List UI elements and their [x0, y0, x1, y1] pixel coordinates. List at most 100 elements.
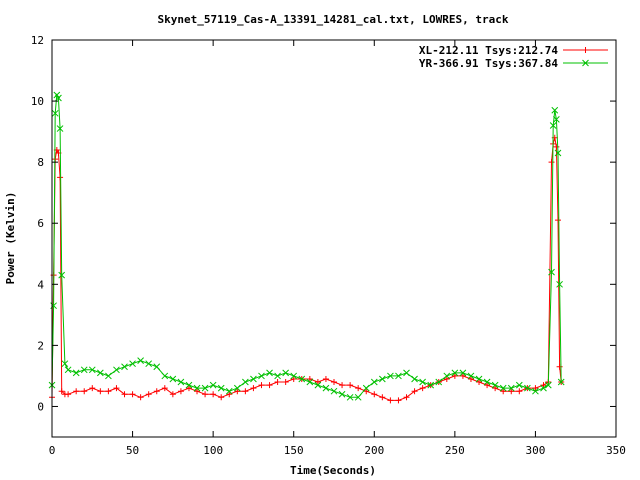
data-point-1	[217, 384, 225, 392]
data-point-0	[516, 388, 523, 395]
data-point-0	[137, 394, 144, 401]
data-point-1	[121, 363, 128, 371]
legend-label-xl: XL-212.11 Tsys:212.74	[419, 44, 558, 57]
data-point-0	[274, 379, 281, 386]
series-1	[48, 91, 565, 401]
data-point-1	[153, 363, 161, 371]
data-point-0	[266, 382, 273, 389]
data-point-0	[500, 388, 507, 395]
data-point-0	[210, 391, 217, 398]
legend-label-yr: YR-366.91 Tsys:367.84	[419, 57, 558, 70]
data-point-0	[556, 363, 563, 370]
data-point-1	[209, 381, 217, 389]
data-point-1	[242, 378, 249, 386]
data-point-1	[258, 372, 265, 380]
data-point-0	[89, 385, 96, 392]
data-point-0	[371, 391, 378, 398]
x-tick-label: 350	[606, 444, 626, 457]
x-tick-label: 250	[445, 444, 465, 457]
data-point-1	[266, 369, 273, 377]
data-point-1	[105, 372, 112, 380]
y-tick-label: 12	[31, 34, 44, 47]
chart-title: Skynet_57119_Cas-A_13391_14281_cal.txt, …	[158, 13, 509, 26]
data-point-0	[554, 217, 561, 224]
data-point-1	[322, 384, 330, 392]
data-point-0	[105, 388, 112, 395]
series-line-1	[51, 93, 562, 398]
data-point-1	[161, 372, 169, 380]
data-point-0	[145, 391, 152, 398]
data-point-0	[153, 388, 160, 395]
y-tick-label: 4	[37, 278, 44, 291]
data-point-0	[202, 391, 209, 398]
x-tick-label: 200	[364, 444, 384, 457]
data-point-0	[73, 388, 80, 395]
data-point-0	[81, 388, 88, 395]
data-point-1	[411, 375, 418, 383]
data-point-1	[64, 366, 72, 374]
data-point-1	[137, 357, 144, 365]
data-point-0	[218, 394, 225, 401]
x-tick-label: 0	[49, 444, 56, 457]
chart: Skynet_57119_Cas-A_13391_14281_cal.txt, …	[4, 13, 626, 477]
series-layer	[48, 91, 565, 404]
data-point-1	[378, 375, 386, 383]
data-point-0	[65, 391, 72, 398]
data-point-1	[169, 375, 177, 383]
data-point-0	[331, 379, 337, 386]
data-point-1	[96, 369, 104, 377]
data-point-1	[330, 387, 338, 395]
data-point-1	[370, 378, 378, 386]
x-tick-label: 150	[284, 444, 304, 457]
data-point-1	[515, 381, 523, 389]
data-point-1	[72, 369, 80, 377]
data-point-0	[508, 388, 515, 395]
data-point-0	[339, 382, 346, 389]
y-axis-label: Power (Kelvin)	[4, 192, 17, 285]
data-point-0	[226, 391, 233, 398]
data-point-0	[177, 388, 184, 395]
data-point-0	[242, 388, 249, 395]
data-point-1	[282, 369, 290, 377]
y-tick-label: 8	[37, 156, 44, 169]
data-point-0	[355, 385, 362, 392]
legend-marker	[582, 47, 589, 53]
data-point-0	[379, 394, 386, 401]
y-tick-label: 6	[37, 217, 44, 230]
data-point-1	[403, 369, 410, 377]
data-point-0	[419, 385, 426, 392]
series-line-0	[51, 137, 562, 401]
data-point-1	[338, 390, 346, 398]
y-tick-label: 0	[37, 400, 44, 413]
data-point-0	[553, 143, 560, 150]
y-tick-label: 10	[31, 95, 44, 108]
data-point-0	[129, 391, 136, 398]
data-point-0	[282, 379, 289, 386]
data-point-0	[395, 397, 402, 404]
data-point-0	[57, 174, 64, 181]
x-tick-label: 300	[525, 444, 545, 457]
x-tick-label: 100	[203, 444, 223, 457]
y-tick-label: 2	[37, 339, 44, 352]
series-0	[49, 134, 565, 404]
data-point-1	[419, 378, 426, 386]
x-axis-label: Time(Seconds)	[290, 464, 376, 477]
data-point-0	[322, 375, 329, 382]
data-point-0	[387, 397, 394, 404]
data-point-0	[347, 382, 354, 389]
data-point-1	[129, 360, 136, 368]
tick-layer: 0 50 100 150 200 250 300 350 0 2 4 6 8 10 12	[31, 34, 626, 457]
plot-frame	[51, 39, 617, 438]
data-point-0	[97, 388, 104, 395]
data-point-1	[113, 366, 120, 374]
x-tick-label: 50	[126, 444, 139, 457]
legend: XL-212.11 Tsys:212.74 YR-366.91 Tsys:367…	[419, 44, 608, 70]
data-point-0	[250, 385, 257, 392]
data-point-0	[258, 382, 265, 389]
data-point-1	[145, 360, 153, 368]
data-point-1	[274, 372, 281, 380]
data-point-0	[548, 159, 555, 166]
data-point-0	[194, 388, 201, 395]
data-point-1	[177, 378, 185, 386]
data-point-1	[250, 375, 257, 383]
